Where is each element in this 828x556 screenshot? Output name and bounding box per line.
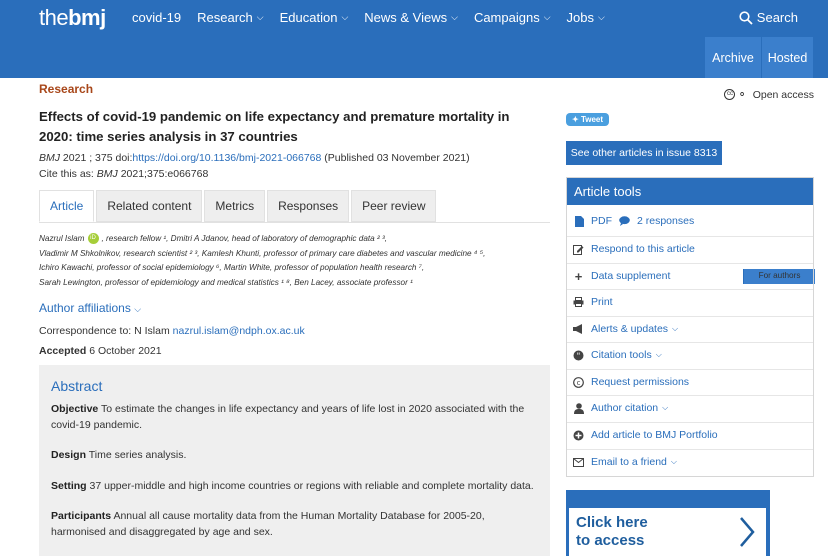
main-nav: covid-19 Research ⌵ Education ⌵ News & Vie… <box>132 10 621 25</box>
divider <box>567 263 813 264</box>
author-line: Ichiro Kawachi, professor of social epid… <box>39 263 425 272</box>
chevron-down-icon: ⌵ <box>341 12 349 22</box>
chevron-down-icon: ⌵ <box>670 457 677 466</box>
chevron-down-icon: ⌵ <box>256 12 264 22</box>
article-tabs: Article Related content Metrics Response… <box>39 190 438 222</box>
doi-link[interactable]: https://doi.org/10.1136/bmj-2021-066768 <box>132 152 321 164</box>
divider <box>567 316 813 317</box>
divider <box>567 449 813 450</box>
megaphone-icon <box>573 324 584 335</box>
quote-icon: " <box>573 350 584 361</box>
add-circle-icon <box>573 430 584 441</box>
tool-permissions[interactable]: c Request permissions <box>573 376 689 388</box>
top-navigation-bar: thebmj covid-19 Research ⌵ Education ⌵ New… <box>0 0 828 284</box>
chevron-down-icon: ⌵ <box>598 12 605 22</box>
author-line: Nazrul Islam iD, research fellow ¹, Dmitr… <box>39 233 387 245</box>
plus-icon: + <box>574 268 583 284</box>
abstract-setting: Setting 37 upper-middle and high income … <box>51 480 534 492</box>
chevron-down-icon: ⌵ <box>655 350 662 359</box>
abstract-participants: Participants Annual all cause mortality … <box>51 510 485 538</box>
divider <box>567 236 813 237</box>
subnav-hosted[interactable]: Hosted <box>761 37 813 78</box>
nav-item-covid[interactable]: covid-19 <box>132 10 181 25</box>
chevron-down-icon: ⌵ <box>662 403 669 412</box>
tab-article[interactable]: Article <box>39 190 95 222</box>
divider <box>567 422 813 423</box>
copyright-icon: c <box>573 376 584 388</box>
nav-item-news-views[interactable]: News & Views ⌵ <box>364 10 458 25</box>
bmj-logo[interactable]: thebmj <box>39 5 106 31</box>
divider <box>567 289 813 290</box>
envelope-icon <box>573 457 584 468</box>
nav-item-research[interactable]: Research ⌵ <box>197 10 263 25</box>
tool-data-supplement[interactable]: + Data supplement <box>573 268 671 284</box>
sub-navigation: Archive For authors Hosted <box>704 37 815 284</box>
see-issue-articles-button[interactable]: See other articles in issue 8313 <box>566 141 722 165</box>
tabs-divider <box>39 222 550 223</box>
tool-pdf[interactable]: PDF <box>573 215 612 227</box>
cite-as-line: Cite this as: BMJ 2021;375:e066768 <box>39 168 209 180</box>
nav-item-education[interactable]: Education ⌵ <box>280 10 349 25</box>
search-icon <box>739 10 753 25</box>
tool-responses[interactable]: 2 responses <box>619 215 694 227</box>
author-line: Sarah Lewington, professor of epidemiolo… <box>39 277 413 287</box>
tool-respond[interactable]: Respond to this article <box>573 243 695 255</box>
svg-text:": " <box>577 351 581 360</box>
tool-add-portfolio[interactable]: Add article to BMJ Portfolio <box>573 429 718 441</box>
tool-print[interactable]: Print <box>573 296 613 308</box>
author-affiliations-toggle[interactable]: Author affiliations ⌵ <box>39 301 141 315</box>
tool-email-friend[interactable]: Email to a friend ⌵ <box>573 456 677 468</box>
tab-responses[interactable]: Responses <box>267 190 350 222</box>
divider <box>567 342 813 343</box>
advert-panel: Click here to access <box>569 508 766 556</box>
tab-related-content[interactable]: Related content <box>96 190 203 222</box>
tool-author-citation[interactable]: Author citation ⌵ <box>573 402 668 414</box>
tool-citation[interactable]: " Citation tools ⌵ <box>573 349 662 361</box>
comment-icon <box>619 216 630 227</box>
abstract-heading: Abstract <box>51 378 103 394</box>
twitter-bird-icon: ✦ <box>572 115 579 124</box>
tab-metrics[interactable]: Metrics <box>204 190 266 222</box>
accepted-date: Accepted 6 October 2021 <box>39 345 162 357</box>
author-line: Vladimir M Shkolnikov, research scientis… <box>39 248 486 258</box>
open-access-badge: cc ⚬ Open access <box>724 88 814 101</box>
chevron-down-icon: ⌵ <box>672 324 679 333</box>
chevron-down-icon: ⌵ <box>543 12 551 22</box>
correspondence-email-link[interactable]: nazrul.islam@ndph.ox.ac.uk <box>173 325 305 337</box>
divider <box>567 395 813 396</box>
orcid-icon[interactable]: iD <box>87 233 99 245</box>
tab-peer-review[interactable]: Peer review <box>351 190 437 222</box>
article-tools-panel: Article tools PDF 2 responses Respond to… <box>566 177 814 477</box>
citation-line: BMJ 2021 ; 375 doi:https://doi.org/10.11… <box>39 152 470 164</box>
search-button[interactable]: Search <box>739 10 798 25</box>
article-tools-heading: Article tools <box>567 178 813 205</box>
subnav-archive[interactable]: Archive <box>704 37 761 78</box>
edit-icon <box>573 244 584 255</box>
open-access-icon: ⚬ <box>737 89 747 101</box>
abstract-box: Abstract Objective To estimate the chang… <box>39 365 550 556</box>
creative-commons-icon: cc <box>724 89 736 100</box>
nav-item-jobs[interactable]: Jobs ⌵ <box>567 10 605 25</box>
author-list: Nazrul Islam iD, research fellow ¹, Dmitr… <box>39 232 554 290</box>
divider <box>567 369 813 370</box>
section-label: Research <box>39 82 94 96</box>
tweet-button[interactable]: ✦ Tweet <box>566 113 610 126</box>
abstract-design: Design Time series analysis. <box>51 449 187 461</box>
tool-alerts[interactable]: Alerts & updates ⌵ <box>573 323 678 335</box>
print-icon <box>573 297 584 308</box>
pdf-icon <box>573 215 584 227</box>
access-advert[interactable]: Click here to access <box>566 490 770 556</box>
svg-text:c: c <box>577 379 581 387</box>
chevron-down-icon: ⌵ <box>451 12 458 22</box>
chevron-right-icon <box>740 517 755 547</box>
correspondence: Correspondence to: N Islam nazrul.islam@… <box>39 325 305 337</box>
chevron-down-icon: ⌵ <box>134 304 142 314</box>
nav-item-campaigns[interactable]: Campaigns ⌵ <box>474 10 551 25</box>
user-icon <box>573 402 584 414</box>
article-title: Effects of covid-19 pandemic on life exp… <box>39 109 510 144</box>
advert-text: Click here to access <box>576 514 648 549</box>
abstract-objective: Objective To estimate the changes in lif… <box>51 403 525 431</box>
